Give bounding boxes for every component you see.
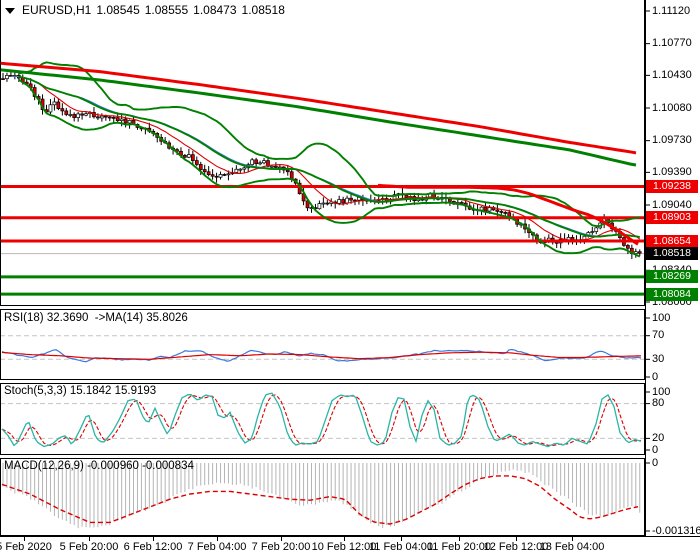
open-value: 1.08545: [96, 3, 140, 17]
stoch-axis-label: 0: [652, 443, 659, 456]
price-axis-label: 1.09390: [652, 165, 692, 178]
chart-canvas[interactable]: [0, 0, 700, 560]
stoch-axis-label: 20: [652, 431, 665, 444]
rsi-axis-label: 30: [652, 352, 665, 365]
price-axis-label: 1.10080: [652, 101, 692, 114]
symbol-dropdown-icon[interactable]: [5, 7, 15, 14]
resistance-level-badge: 1.09238: [646, 180, 698, 194]
time-axis-label: 10 Feb 12:00: [311, 541, 377, 553]
high-value: 1.08555: [144, 3, 189, 17]
stoch-axis-label: 100: [652, 385, 671, 398]
time-axis-label: 13 Feb 04:00: [539, 541, 605, 553]
price-axis-label: 1.10770: [652, 37, 692, 50]
rsi-axis-label: 0: [652, 370, 659, 383]
macd-indicator-label: MACD(12,26,9) -0.000960 -0.000834: [4, 460, 194, 472]
time-axis-label: 7 Feb 04:00: [187, 541, 247, 553]
price-axis-label: 1.09730: [652, 134, 692, 147]
stoch-indicator-label: Stoch(5,3,3) 15.1842 15.9193: [4, 385, 157, 397]
time-axis-label: 7 Feb 20:00: [251, 541, 311, 553]
current-price-badge: 1.08518: [646, 247, 698, 261]
macd-axis-label: 0: [652, 456, 659, 469]
price-axis-label: 1.11120: [652, 4, 691, 17]
price-axis-label: 1.10430: [652, 68, 692, 81]
rsi-indicator-label: RSI(18) 32.3690 ->MA(14) 35.8026: [4, 312, 188, 324]
resistance-level-badge: 1.08903: [646, 211, 698, 225]
resistance-level-badge: 1.08654: [646, 234, 698, 248]
time-axis-label: 5 Feb 2020: [0, 541, 52, 553]
ohlc-header: EURUSD,H1 1.08545 1.08555 1.08473 1.08518: [5, 3, 290, 17]
rsi-axis-label: 70: [652, 329, 665, 342]
support-level-badge: 1.08084: [646, 287, 698, 301]
price-axis-label: 1.09040: [652, 198, 692, 211]
low-value: 1.08473: [193, 3, 237, 17]
rsi-axis-label: 100: [652, 311, 671, 324]
symbol-period-label[interactable]: EURUSD,H1: [22, 3, 91, 17]
support-level-badge: 1.08269: [646, 270, 698, 284]
time-axis-label: 6 Feb 12:00: [123, 541, 183, 553]
time-axis-label: 11 Feb 04:00: [368, 541, 434, 553]
time-axis[interactable]: 5 Feb 2020 5 Feb 20:00 6 Feb 12:00 7 Feb 04…: [0, 537, 700, 560]
mt4-chart-window: EURUSD,H1 1.08545 1.08555 1.08473 1.08518 RS…: [0, 0, 700, 560]
stoch-axis-label: 80: [652, 397, 665, 410]
price-axis[interactable]: 1.11120 1.10770 1.10430 1.10080 1.09730 1.093…: [645, 0, 700, 537]
time-axis-label: 11 Feb 20:00: [426, 541, 492, 553]
time-axis-label: 5 Feb 20:00: [59, 541, 119, 553]
close-value: 1.08518: [241, 3, 285, 17]
macd-axis-label: -0.001316: [652, 524, 700, 537]
